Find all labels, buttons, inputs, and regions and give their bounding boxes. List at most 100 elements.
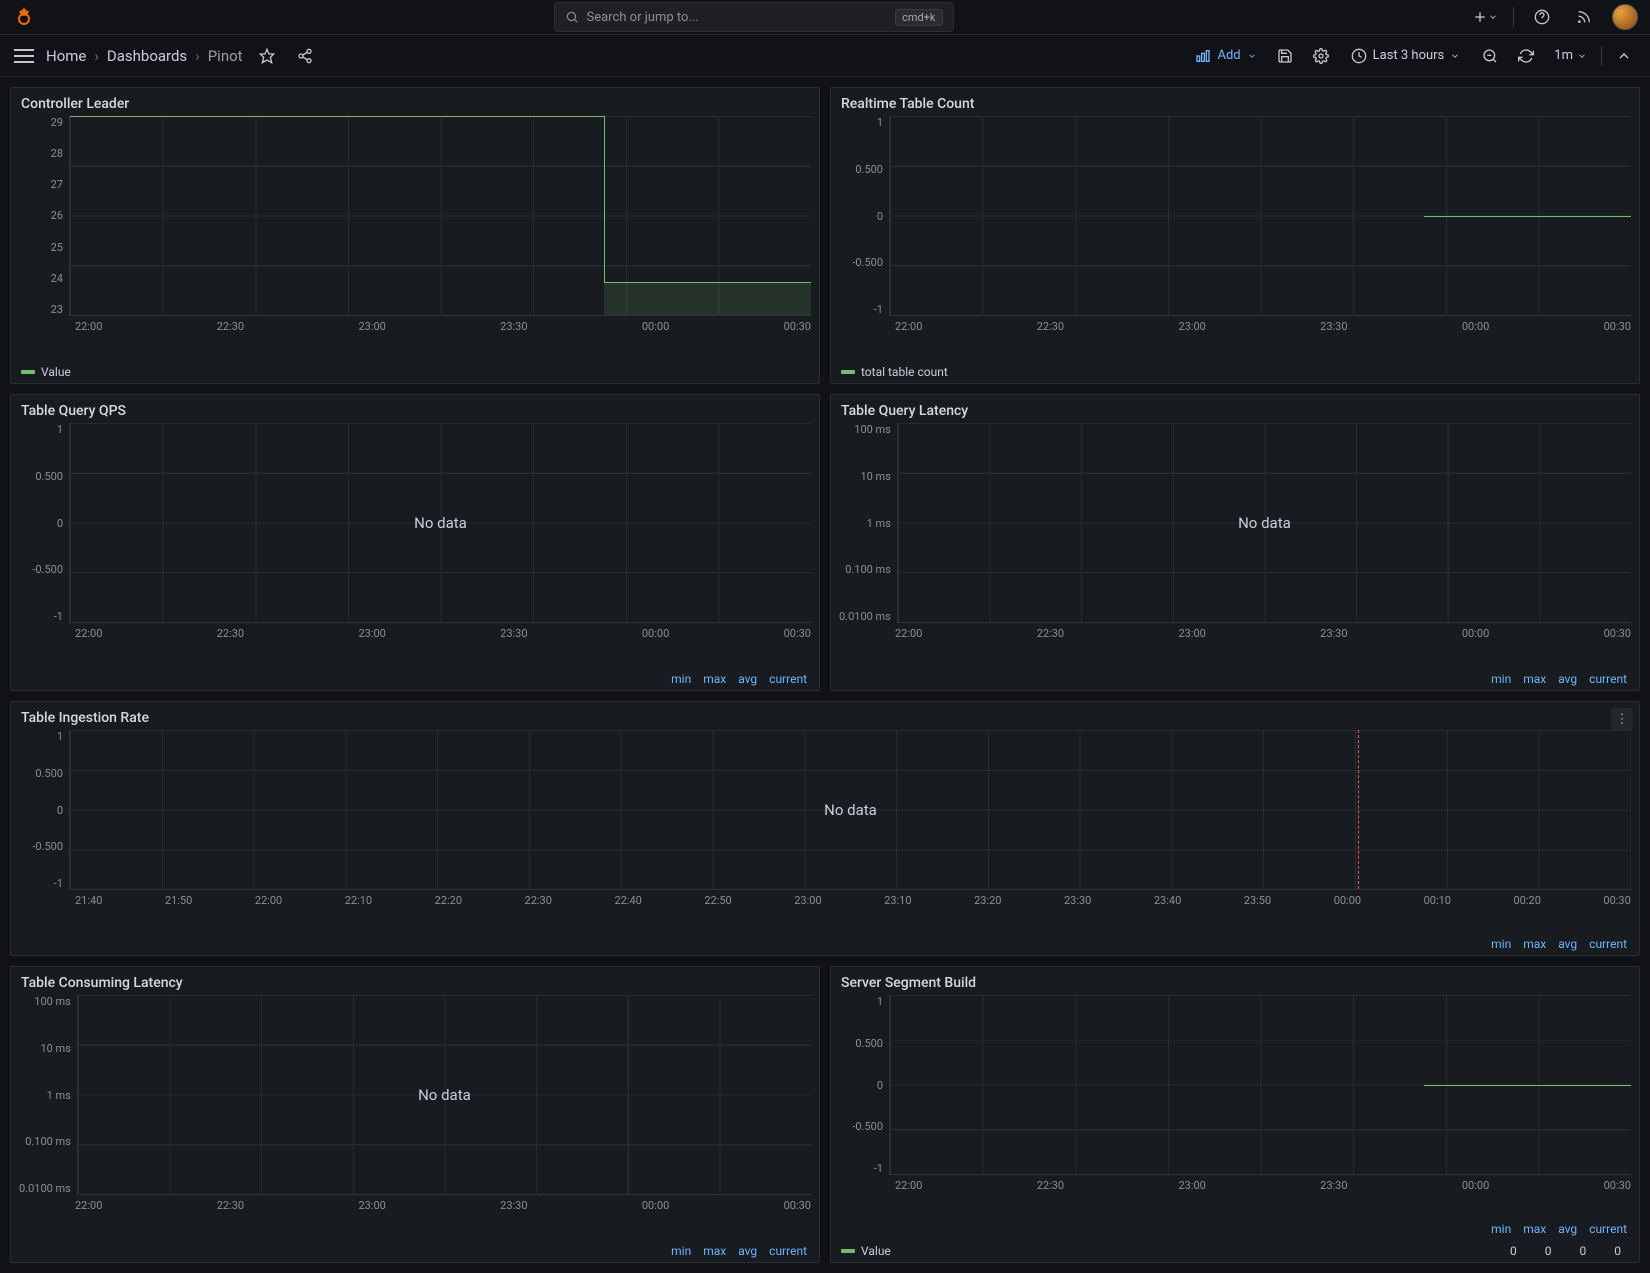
stat-current[interactable]: current [1589,1222,1627,1236]
tick-label: 10 ms [860,470,890,483]
val-current: 0 [1614,1244,1621,1258]
x-axis: 22:0022:3023:0023:3000:0000:30 [839,316,1631,333]
y-axis: 10.5000-0.500-1 [839,116,889,316]
y-axis: 100 ms10 ms1 ms0.100 ms0.0100 ms [19,995,77,1195]
legend[interactable]: Value [11,361,819,383]
plot-area[interactable]: No data [69,423,811,623]
panel-title[interactable]: Controller Leader [11,88,819,116]
tick-label: 23:30 [500,627,527,640]
tick-label: 100 ms [34,995,71,1008]
zoom-out-icon[interactable] [1476,42,1504,70]
panel-title[interactable]: Table Consuming Latency [11,967,819,995]
stat-min[interactable]: min [1491,1222,1511,1236]
tick-label: 21:50 [165,894,192,907]
panel-title[interactable]: Realtime Table Count [831,88,1639,116]
share-icon[interactable] [291,42,319,70]
add-panel-button[interactable]: Add [1189,44,1262,68]
add-menu-icon[interactable] [1471,3,1499,31]
avatar[interactable] [1612,4,1638,30]
chevron-right-icon: › [195,47,200,65]
tick-label: 28 [51,147,63,160]
panel-table-ingestion-rate: Table Ingestion Rate ⋮ 10.5000-0.500-1 N… [10,701,1640,956]
stat-current[interactable]: current [769,672,807,686]
time-range-label: Last 3 hours [1373,48,1445,63]
stat-avg[interactable]: avg [738,1244,757,1258]
help-icon[interactable] [1528,3,1556,31]
plot-area[interactable] [889,116,1631,316]
collapse-icon[interactable] [1610,42,1638,70]
val-min: 0 [1510,1244,1517,1258]
breadcrumb-dashboards[interactable]: Dashboards [107,47,187,65]
stat-avg[interactable]: avg [738,672,757,686]
stat-min[interactable]: min [671,1244,691,1258]
tick-label: 0.0100 ms [839,610,891,623]
stat-min[interactable]: min [1491,937,1511,951]
legend[interactable]: Value [841,1244,891,1258]
time-range-button[interactable]: Last 3 hours [1343,44,1469,68]
legend[interactable]: total table count [831,361,1639,383]
tick-label: -1 [874,1162,883,1175]
search-placeholder: Search or jump to... [587,10,699,25]
tick-label: 23:20 [974,894,1001,907]
stat-avg[interactable]: avg [1558,672,1577,686]
stat-min[interactable]: min [1491,672,1511,686]
stat-max[interactable]: max [1523,1222,1546,1236]
tick-label: -0.500 [852,256,883,269]
stat-current[interactable]: current [1589,937,1627,951]
stat-max[interactable]: max [1523,937,1546,951]
plot-area[interactable] [889,995,1631,1175]
tick-label: 00:30 [784,627,811,640]
refresh-interval-button[interactable]: 1m [1548,44,1593,67]
star-icon[interactable] [253,42,281,70]
legend-label: Value [41,365,71,379]
tick-label: 0.100 ms [25,1135,71,1148]
stat-max[interactable]: max [1523,672,1546,686]
tick-label: 1 [877,116,883,129]
y-axis: 29282726252423 [19,116,69,316]
tick-label: 0.0100 ms [19,1182,71,1195]
tick-label: 23 [51,303,63,316]
stat-min[interactable]: min [671,672,691,686]
panel-title[interactable]: Table Ingestion Rate [11,702,1639,730]
plot-area[interactable]: No data [69,730,1631,890]
stat-avg[interactable]: avg [1558,1222,1577,1236]
stats-row: min max avg current [831,1218,1639,1240]
tick-label: 23:30 [500,320,527,333]
search-input[interactable]: Search or jump to... cmd+k [554,2,954,32]
panel-title[interactable]: Table Query Latency [831,395,1639,423]
stat-max[interactable]: max [703,672,726,686]
tick-label: 23:10 [884,894,911,907]
stat-avg[interactable]: avg [1558,937,1577,951]
tick-label: 1 ms [47,1089,71,1102]
rss-icon[interactable] [1570,3,1598,31]
stat-current[interactable]: current [769,1244,807,1258]
grafana-logo-icon[interactable] [12,5,36,29]
menu-toggle-icon[interactable] [12,44,36,68]
tick-label: 22:00 [75,627,102,640]
tick-label: 29 [51,116,63,129]
panel-menu-icon[interactable]: ⋮ [1611,708,1633,730]
plot-area[interactable] [69,116,811,316]
panel-title[interactable]: Table Query QPS [11,395,819,423]
tick-label: 0 [57,804,63,817]
add-label: Add [1217,48,1240,63]
tick-label: -1 [874,303,883,316]
stat-current[interactable]: current [1589,672,1627,686]
tick-label: 23:30 [1320,1179,1347,1192]
panel-title[interactable]: Server Segment Build [831,967,1639,995]
x-axis: 22:0022:3023:0023:3000:0000:30 [839,1175,1631,1192]
plot-area[interactable]: No data [897,423,1631,623]
tick-label: 22:30 [1037,1179,1064,1192]
gear-icon[interactable] [1307,42,1335,70]
tick-label: 27 [51,178,63,191]
plot-area[interactable]: No data [77,995,811,1195]
tick-label: 26 [51,209,63,222]
interval-label: 1m [1554,48,1573,63]
tick-label: 00:00 [642,1199,669,1212]
save-icon[interactable] [1271,42,1299,70]
refresh-icon[interactable] [1512,42,1540,70]
tick-label: 25 [51,241,63,254]
stat-max[interactable]: max [703,1244,726,1258]
tick-label: 0.500 [855,1037,883,1050]
breadcrumb-home[interactable]: Home [46,47,86,65]
